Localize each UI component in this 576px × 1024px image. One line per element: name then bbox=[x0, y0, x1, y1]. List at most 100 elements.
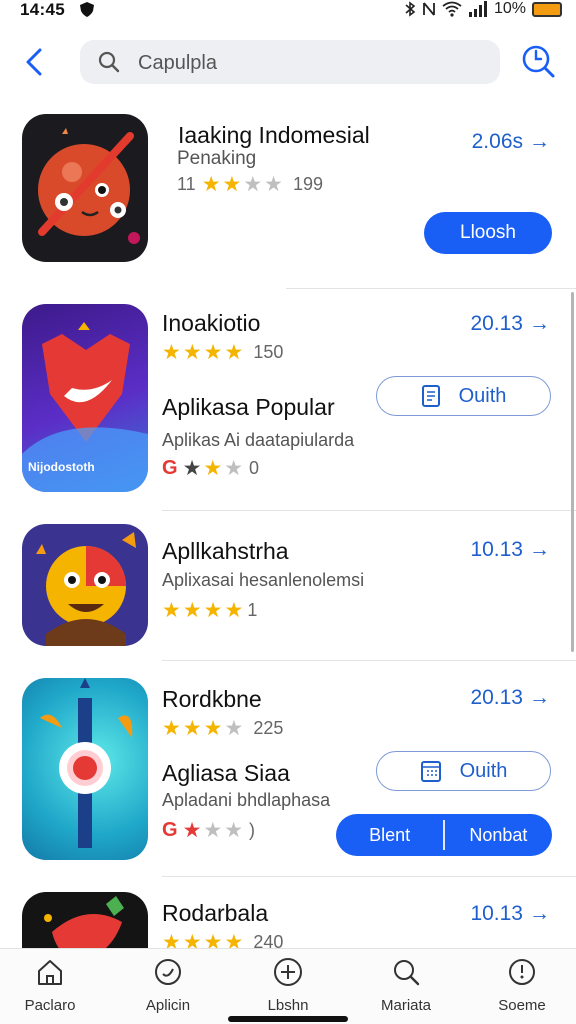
battery-icon bbox=[532, 1, 562, 17]
home-icon bbox=[38, 960, 62, 985]
shield-icon bbox=[80, 2, 94, 17]
tab-search[interactable]: Mariata bbox=[356, 957, 456, 1014]
star-icon: ★ bbox=[203, 341, 223, 364]
app-description: Aplixasai hesanlenolemsi bbox=[162, 570, 365, 590]
section-description: Aplikas Ai daatapiularda bbox=[162, 430, 355, 450]
star-icon: ★ bbox=[162, 341, 181, 364]
app-icon-bird[interactable] bbox=[22, 892, 148, 948]
search-clock-icon[interactable] bbox=[520, 43, 556, 79]
scrollbar[interactable] bbox=[571, 292, 574, 652]
star-icon: ★ bbox=[162, 931, 181, 948]
star-icon: ★ bbox=[203, 819, 223, 842]
app-name[interactable]: Iaaking Indomesial bbox=[178, 122, 370, 149]
app-name[interactable]: Apllkahstrha bbox=[162, 538, 289, 565]
details-button[interactable]: Ouith bbox=[376, 376, 551, 416]
size-value: 10.13 bbox=[470, 538, 523, 561]
brand-icon: G bbox=[162, 819, 178, 841]
mute-icon bbox=[423, 2, 435, 16]
tab-apps[interactable]: Aplicin bbox=[118, 957, 218, 1014]
star-icon: ★ bbox=[162, 599, 181, 622]
list-item[interactable]: Nijodostoth Inoakiotio 20.13 → ★ ★ ★ ★ 15… bbox=[0, 300, 576, 500]
list-item[interactable]: Rodarbala 10.13 → ★ ★ ★ ★ 240 bbox=[0, 890, 576, 948]
home-indicator bbox=[228, 1016, 348, 1022]
rating-prefix: 11 bbox=[177, 174, 196, 194]
arrow-right-icon: → bbox=[529, 902, 550, 925]
star-icon: ★ bbox=[222, 173, 242, 196]
search-query: Capulpla bbox=[138, 52, 217, 74]
size-value: 2.06s bbox=[471, 130, 523, 153]
star-icon: ★ bbox=[224, 717, 244, 740]
icon-label: Nijodostoth bbox=[28, 460, 95, 474]
brand-icon: G bbox=[162, 457, 178, 479]
app-name[interactable]: Inoakiotio bbox=[162, 310, 260, 337]
split-button-right[interactable]: Nonbat bbox=[445, 814, 552, 856]
star-icon: ★ bbox=[243, 173, 263, 196]
split-button-left[interactable]: Blent bbox=[336, 814, 443, 856]
app-icon-planet[interactable] bbox=[22, 114, 148, 262]
search-icon bbox=[98, 51, 120, 73]
document-icon bbox=[421, 385, 440, 407]
app-size: 10.13 → bbox=[470, 902, 550, 926]
section-description: Apladani bhdlaphasa bbox=[162, 790, 331, 810]
button-label: Ouith bbox=[459, 759, 508, 782]
rating: ★ ★ ★ ★ 240 bbox=[162, 930, 283, 948]
tab-add[interactable]: Lbshn bbox=[238, 957, 338, 1014]
app-icon-face[interactable] bbox=[22, 524, 148, 646]
star-icon: ★ bbox=[182, 717, 202, 740]
back-icon[interactable] bbox=[20, 46, 50, 78]
rating: ★ ★ ★ ★ 1 bbox=[162, 598, 257, 623]
divider bbox=[162, 510, 576, 511]
arrow-right-icon: → bbox=[529, 538, 550, 561]
app-icon-shield[interactable]: Nijodostoth bbox=[22, 304, 148, 492]
button-label: Ouith bbox=[458, 384, 507, 407]
divider bbox=[162, 876, 576, 877]
rating: 11 ★ ★ ★ ★ 199 bbox=[177, 172, 323, 197]
tab-home[interactable]: Paclaro bbox=[0, 957, 100, 1014]
star-icon: ★ bbox=[203, 457, 223, 480]
add-icon bbox=[274, 958, 302, 986]
divider bbox=[286, 288, 576, 289]
search-icon bbox=[394, 960, 420, 986]
arrow-right-icon: → bbox=[529, 130, 550, 153]
rating: ★ ★ ★ ★ 150 bbox=[162, 340, 283, 365]
battery-percent: 10% bbox=[493, 0, 526, 17]
star-icon: ★ bbox=[182, 457, 202, 480]
status-time: 14:45 bbox=[20, 0, 65, 19]
star-icon: ★ bbox=[162, 717, 181, 740]
split-button[interactable]: Blent Nonbat bbox=[336, 814, 552, 856]
tab-label: Aplicin bbox=[145, 997, 191, 1014]
arrow-right-icon: → bbox=[529, 686, 550, 709]
rating: ★ ★ ★ ★ 225 bbox=[162, 716, 283, 741]
search-header: Capulpla bbox=[0, 38, 576, 86]
star-icon: ★ bbox=[224, 457, 244, 480]
install-button[interactable]: Lloosh bbox=[424, 212, 552, 254]
tab-label: Paclaro bbox=[24, 997, 76, 1014]
divider bbox=[162, 660, 576, 661]
rating: G ★ ★ ★ ) bbox=[162, 818, 255, 843]
list-item[interactable]: Apllkahstrha 10.13 → Aplixasai hesanlenol… bbox=[0, 520, 576, 654]
star-icon: ★ bbox=[182, 599, 202, 622]
star-icon: ★ bbox=[224, 341, 244, 364]
list-item[interactable]: Iaaking Indomesial 2.06s → Penaking 11 ★ … bbox=[0, 112, 576, 282]
tab-label: Soeme bbox=[498, 997, 546, 1014]
app-size: 10.13 → bbox=[470, 538, 550, 562]
star-icon: ★ bbox=[203, 717, 223, 740]
rating-count: 0 bbox=[249, 458, 260, 478]
details-button[interactable]: Ouith bbox=[376, 751, 551, 791]
apps-icon bbox=[155, 959, 181, 985]
rating-count: 199 bbox=[293, 174, 324, 194]
rating-count: 150 bbox=[253, 342, 284, 362]
app-name[interactable]: Rodarbala bbox=[162, 900, 268, 927]
app-name[interactable]: Rordkbne bbox=[162, 686, 262, 713]
bluetooth-icon bbox=[405, 1, 416, 17]
list-item[interactable]: Rordkbne 20.13 → ★ ★ ★ ★ 225 Agliasa Siaa… bbox=[0, 672, 576, 872]
star-icon: ★ bbox=[203, 599, 223, 622]
star-icon: ★ bbox=[264, 173, 283, 196]
search-input[interactable]: Capulpla bbox=[80, 40, 500, 84]
size-value: 10.13 bbox=[470, 902, 523, 925]
app-icon-target[interactable] bbox=[22, 678, 148, 860]
status-bar: 14:45 10% bbox=[0, 0, 576, 22]
section-title: Agliasa Siaa bbox=[162, 760, 290, 786]
tab-recent[interactable]: Soeme bbox=[472, 957, 572, 1014]
star-icon: ★ bbox=[224, 931, 244, 948]
